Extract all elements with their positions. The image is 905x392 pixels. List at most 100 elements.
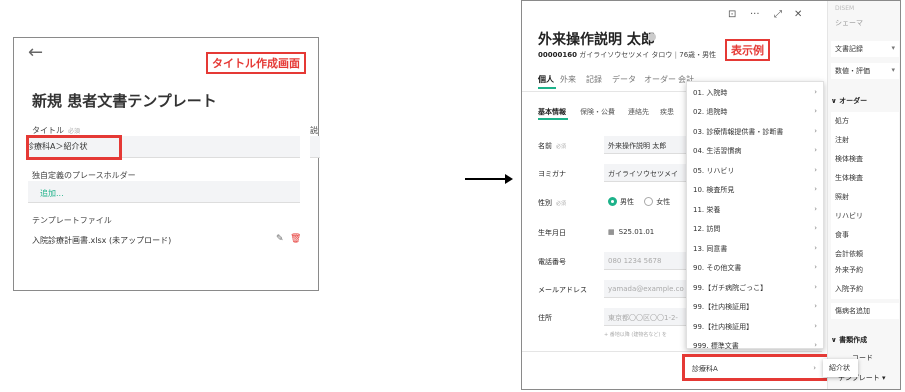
sidebar-item-inpatient-booking[interactable]: 入院予約 bbox=[831, 280, 899, 299]
pencil-icon[interactable]: ✎ bbox=[276, 234, 284, 244]
menu-item[interactable]: 03. 診療情報提供書・診断書 › bbox=[693, 127, 819, 137]
radio-female-label: 女性 bbox=[656, 198, 671, 206]
submenu-referral[interactable]: 紹介状 bbox=[823, 359, 858, 377]
menu-item[interactable]: 01. 入院時 › bbox=[693, 88, 819, 98]
chevron-right-icon: › bbox=[814, 205, 817, 213]
chevron-right-icon: › bbox=[814, 302, 817, 310]
radio-female[interactable] bbox=[644, 197, 654, 206]
patient-name: 外来操作説明 太郎 bbox=[538, 32, 655, 48]
menu-item[interactable]: 02. 退院時 › bbox=[693, 107, 819, 117]
menu-item[interactable]: 99.【社内検証用】 › bbox=[693, 302, 819, 312]
calendar-icon: ▦ bbox=[608, 228, 615, 236]
subtab-basic-info[interactable]: 基本情報 bbox=[538, 107, 566, 117]
sidebar-item-prescription[interactable]: 処方 bbox=[831, 112, 899, 131]
birthday-label: 生年月日 bbox=[538, 229, 566, 237]
chevron-right-icon: › bbox=[814, 283, 817, 291]
chevron-right-icon: › bbox=[814, 146, 817, 154]
description-input[interactable] bbox=[310, 136, 320, 158]
chevron-right-icon: › bbox=[814, 263, 817, 271]
chevron-down-icon: ∨ bbox=[831, 97, 840, 105]
sidebar-item-outpatient-booking[interactable]: 外来予約 bbox=[831, 261, 899, 280]
sidebar-item-physiological-test[interactable]: 生体検査 bbox=[831, 169, 899, 188]
required-mark: 必須 bbox=[68, 128, 81, 135]
chevron-right-icon: › bbox=[814, 166, 817, 174]
callout-title-screen: タイトル作成画面 bbox=[206, 52, 306, 74]
tab-personal[interactable]: 個人 bbox=[538, 74, 554, 85]
menu-item-label: 01. 入院時 bbox=[693, 89, 728, 97]
tab-order[interactable]: オーダー bbox=[644, 74, 676, 85]
chevron-right-icon: › bbox=[814, 341, 817, 349]
radio-male-label: 男性 bbox=[620, 198, 634, 206]
sidebar-item-specimen-test[interactable]: 検体検査 bbox=[831, 150, 899, 169]
tab-record[interactable]: 記録 bbox=[586, 74, 602, 85]
sidebar-item-meal[interactable]: 食事 bbox=[831, 226, 899, 245]
menu-item-label: 90. その他文書 bbox=[693, 264, 742, 272]
kana-field[interactable]: ガイライソウセツメイ bbox=[604, 164, 694, 182]
page-title: 新規 患者文書テンプレート bbox=[32, 92, 217, 110]
pin-icon[interactable]: ⊡ bbox=[728, 9, 736, 20]
sex-label: 性別 必須 bbox=[538, 198, 566, 208]
birthday-field[interactable]: ▦ S25.01.01 bbox=[604, 223, 694, 241]
sidebar-item-disease-add[interactable]: 傷病名追加 bbox=[831, 303, 899, 319]
radio-male[interactable] bbox=[608, 197, 617, 206]
menu-item[interactable]: 12. 訪問 › bbox=[693, 224, 819, 234]
template-file-name: 入院診療計画書.xlsx (未アップロード) bbox=[32, 236, 172, 245]
patient-age-sex: 76歳・男性 bbox=[679, 51, 717, 59]
sidebar-item-schema[interactable]: シェーマ bbox=[831, 15, 899, 31]
phone-field[interactable]: 080 1234 5678 bbox=[604, 252, 694, 270]
tab-outpatient[interactable]: 外来 bbox=[560, 74, 576, 85]
menu-item[interactable]: 11. 栄養 › bbox=[693, 205, 819, 215]
menu-item[interactable]: 13. 同意書 › bbox=[693, 244, 819, 254]
order-header-label: オーダー bbox=[839, 97, 868, 105]
name-field[interactable]: 外来操作説明 太郎 bbox=[604, 136, 694, 154]
kana-label: ヨミガナ bbox=[538, 170, 566, 178]
sidebar-item-doc-record[interactable]: 文書記録 ▾ bbox=[831, 41, 899, 57]
address-hint[interactable]: + 番地以降 (建物名など) を bbox=[604, 331, 667, 338]
sidebar-item-irradiation[interactable]: 照射 bbox=[831, 188, 899, 207]
name-label: 名前 必須 bbox=[538, 141, 566, 151]
tab-data[interactable]: データ bbox=[612, 74, 636, 85]
add-placeholder-link[interactable]: 追加... bbox=[40, 188, 64, 199]
menu-item[interactable]: 999. 標準文書 › bbox=[693, 341, 819, 351]
expand-icon[interactable]: ⤢ bbox=[774, 9, 782, 20]
callout-display-example: 表示例 bbox=[725, 39, 770, 61]
template-category-menu: 01. 入院時 › 02. 退院時 › 03. 診療情報提供書・診断書 › 04. 生… bbox=[686, 81, 824, 351]
chevron-down-icon: ▾ bbox=[882, 374, 886, 382]
email-field[interactable]: yamada@example.co bbox=[604, 280, 694, 298]
doc-header-label: 書類作成 bbox=[839, 336, 868, 344]
address-field[interactable]: 東京都〇〇区〇〇1-2- bbox=[604, 308, 694, 326]
subtab-insurance[interactable]: 保険・公費 bbox=[580, 107, 615, 117]
menu-item[interactable]: 99.【社内検証用】 › bbox=[693, 322, 819, 332]
close-icon[interactable]: ✕ bbox=[794, 9, 802, 20]
sidebar-item-numeric-eval[interactable]: 数値・評価 ▾ bbox=[831, 63, 899, 79]
chevron-down-icon: ∨ bbox=[831, 336, 840, 344]
more-icon[interactable]: ··· bbox=[750, 9, 760, 20]
sex-radio-group: 男性 女性 bbox=[608, 197, 670, 207]
trash-icon[interactable]: 🗑 bbox=[290, 234, 301, 244]
order-section-header[interactable]: ∨ オーダー bbox=[831, 96, 867, 106]
menu-item[interactable]: 10. 検査所見 › bbox=[693, 185, 819, 195]
menu-item[interactable]: 04. 生活習慣病 › bbox=[693, 146, 819, 156]
sidebar-item-rehab[interactable]: リハビリ bbox=[831, 207, 899, 226]
divider bbox=[522, 351, 822, 352]
menu-item-label: 02. 退院時 bbox=[693, 108, 728, 116]
required-mark: 必須 bbox=[556, 201, 567, 207]
chevron-right-icon: › bbox=[814, 322, 817, 330]
chevron-down-icon: ▾ bbox=[891, 44, 895, 52]
patient-kana: ガイライソウセツメイ タロウ bbox=[579, 51, 673, 59]
phone-label: 電話番号 bbox=[538, 258, 566, 266]
doc-section-header[interactable]: ∨ 書類作成 bbox=[831, 335, 867, 345]
menu-item-label: 03. 診療情報提供書・診断書 bbox=[693, 128, 784, 136]
address-label: 住所 bbox=[538, 314, 552, 322]
subtab-disease[interactable]: 疾患 bbox=[660, 107, 674, 117]
chevron-right-icon: › bbox=[814, 107, 817, 115]
arrow-left-icon[interactable]: ← bbox=[28, 42, 43, 63]
subtab-contact[interactable]: 連絡先 bbox=[628, 107, 649, 117]
menu-item[interactable]: 90. その他文書 › bbox=[693, 263, 819, 273]
menu-item-label: 99.【ガチ病院ごっこ】 bbox=[693, 284, 768, 292]
sidebar-item-injection[interactable]: 注射 bbox=[831, 131, 899, 150]
patient-id-line: 00000160 ガイライソウセツメイ タロウ | 76歳・男性 bbox=[538, 51, 717, 59]
template-editor-panel: ← タイトル作成画面 新規 患者文書テンプレート タイトル必須 説明 診療科A＞… bbox=[13, 37, 320, 291]
menu-item[interactable]: 05. リハビリ › bbox=[693, 166, 819, 176]
menu-item[interactable]: 99.【ガチ病院ごっこ】 › bbox=[693, 283, 819, 293]
